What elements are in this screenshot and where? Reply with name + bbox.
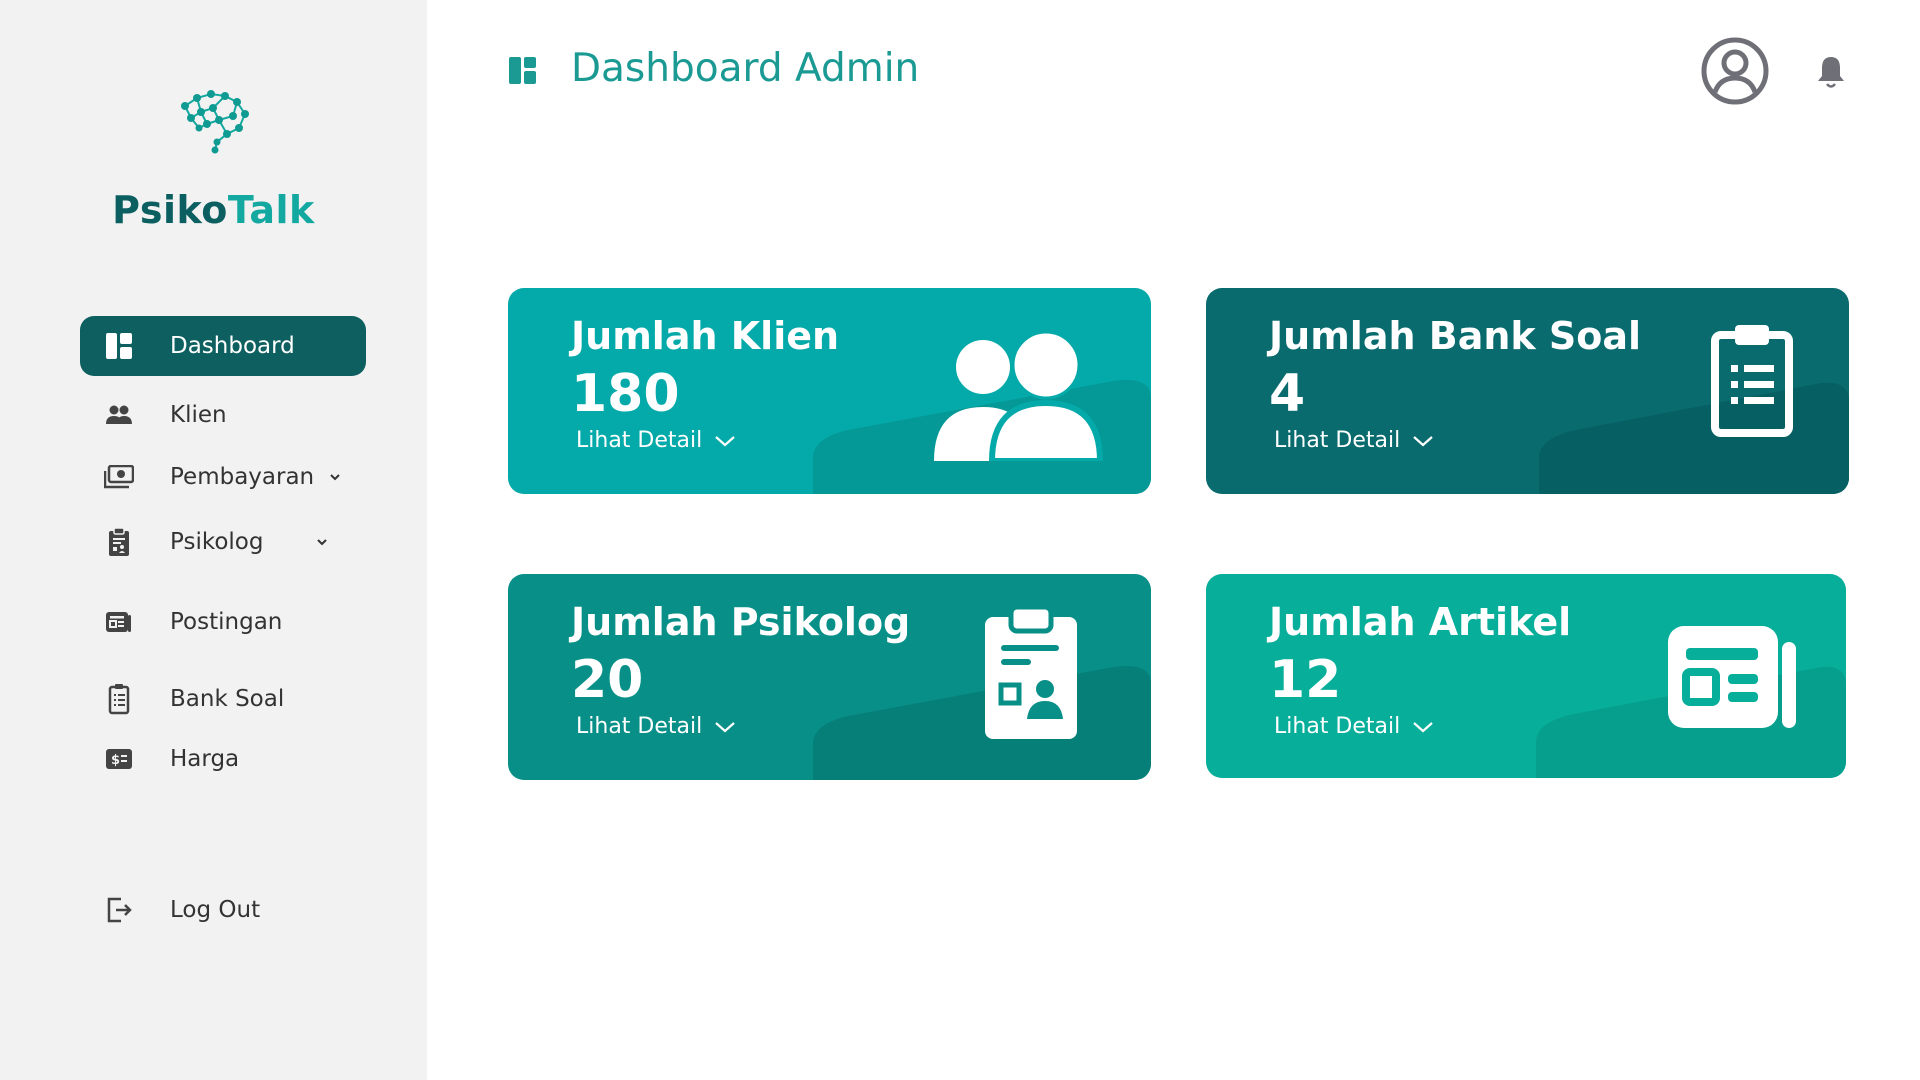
card-jumlah-bank-soal[interactable]: Jumlah Bank Soal 4 Lihat Detail — [1206, 288, 1849, 494]
card-detail-label: Lihat Detail — [576, 428, 703, 453]
card-value: 12 — [1269, 650, 1342, 710]
sidebar-item-label: Log Out — [170, 897, 261, 923]
sidebar-item-logout[interactable]: Log Out — [80, 880, 366, 940]
sidebar-item-bank-soal[interactable]: Bank Soal — [80, 669, 366, 729]
sidebar-item-klien[interactable]: Klien — [80, 385, 366, 445]
sidebar-item-label: Pembayaran — [170, 464, 315, 490]
clipboard-user-icon — [985, 607, 1077, 739]
sidebar-item-dashboard[interactable]: Dashboard — [80, 316, 366, 376]
card-detail-link[interactable]: Lihat Detail — [576, 428, 736, 453]
svg-text:$: $ — [111, 753, 120, 768]
chevron-down-icon — [1412, 720, 1434, 734]
sidebar-item-label: Postingan — [170, 609, 283, 635]
clipboard-user-icon — [102, 525, 136, 559]
sidebar-item-postingan[interactable]: Postingan — [80, 592, 366, 652]
sidebar-item-label: Psikolog — [170, 529, 264, 555]
card-title: Jumlah Psikolog — [571, 600, 911, 644]
dashboard-icon — [102, 329, 136, 363]
bell-icon[interactable] — [1816, 54, 1846, 90]
card-detail-link[interactable]: Lihat Detail — [1274, 714, 1434, 739]
clipboard-list-icon — [1711, 325, 1793, 437]
newspaper-icon — [102, 605, 136, 639]
card-value: 4 — [1269, 364, 1306, 424]
clipboard-list-icon — [102, 682, 136, 716]
card-detail-label: Lihat Detail — [1274, 714, 1401, 739]
sidebar-item-label: Harga — [170, 746, 240, 772]
card-title: Jumlah Bank Soal — [1269, 314, 1642, 358]
sidebar-item-label: Dashboard — [170, 333, 295, 359]
chevron-down-icon[interactable] — [328, 469, 344, 485]
card-detail-link[interactable]: Lihat Detail — [1274, 428, 1434, 453]
sidebar: PsikoTalk Dashboard Klien Pembayaran Psi… — [0, 0, 427, 1080]
chevron-down-icon — [714, 720, 736, 734]
chevron-down-icon — [1412, 434, 1434, 448]
card-jumlah-psikolog[interactable]: Jumlah Psikolog 20 Lihat Detail — [508, 574, 1151, 780]
users-icon — [934, 333, 1104, 461]
page-title: Dashboard Admin — [571, 46, 920, 91]
newspaper-icon — [1668, 626, 1796, 728]
users-icon — [102, 398, 136, 432]
card-value: 20 — [571, 650, 644, 710]
card-title: Jumlah Artikel — [1269, 600, 1572, 644]
sidebar-item-label: Bank Soal — [170, 686, 285, 712]
sidebar-item-label: Klien — [170, 402, 227, 428]
money-icon — [102, 460, 136, 494]
card-jumlah-artikel[interactable]: Jumlah Artikel 12 Lihat Detail — [1206, 574, 1846, 778]
brand-logo-text: PsikoTalk — [0, 188, 427, 232]
brand-name-part2: Talk — [227, 188, 315, 232]
sidebar-item-pembayaran[interactable]: Pembayaran — [80, 447, 366, 507]
card-detail-link[interactable]: Lihat Detail — [576, 714, 736, 739]
card-jumlah-klien[interactable]: Jumlah Klien 180 Lihat Detail — [508, 288, 1151, 494]
sidebar-item-psikolog[interactable]: Psikolog — [80, 512, 366, 572]
price-tag-icon: $ — [102, 742, 136, 776]
card-detail-label: Lihat Detail — [1274, 428, 1401, 453]
chevron-down-icon[interactable] — [315, 534, 331, 550]
brand-name-part1: Psiko — [112, 188, 228, 232]
card-value: 180 — [571, 364, 680, 424]
logout-icon — [102, 893, 136, 927]
user-avatar-icon[interactable] — [1700, 36, 1770, 106]
brain-network-logo-icon — [181, 90, 249, 154]
card-title: Jumlah Klien — [571, 314, 840, 358]
card-detail-label: Lihat Detail — [576, 714, 703, 739]
sidebar-item-harga[interactable]: $ Harga — [80, 729, 366, 789]
chevron-down-icon — [714, 434, 736, 448]
dashboard-icon — [509, 57, 536, 84]
